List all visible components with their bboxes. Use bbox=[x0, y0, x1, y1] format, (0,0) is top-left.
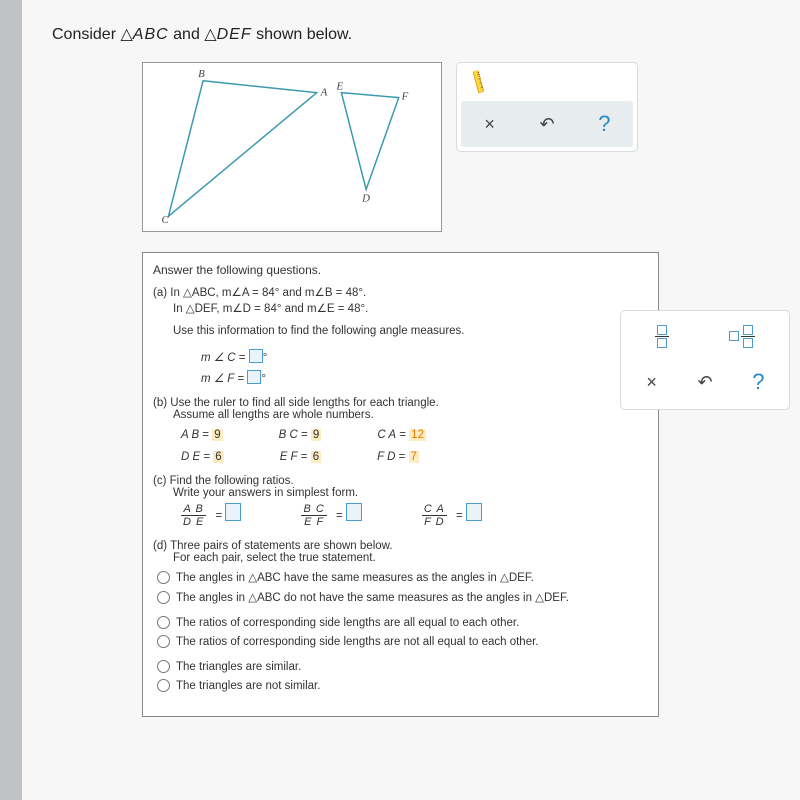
ratio2-den: E F bbox=[302, 516, 326, 528]
part-d-sub: For each pair, select the true statement… bbox=[173, 552, 376, 564]
radio-d1b[interactable] bbox=[157, 591, 170, 604]
svg-text:B: B bbox=[198, 68, 205, 80]
de-label: D E bbox=[181, 451, 200, 463]
triangles-figure: B A C E F D bbox=[142, 62, 442, 232]
fraction-tool-panel: × ↶ ? bbox=[620, 310, 790, 410]
undo-icon[interactable]: ↶ bbox=[527, 114, 567, 135]
svg-text:E: E bbox=[335, 81, 343, 93]
ratio3-input[interactable] bbox=[466, 503, 482, 521]
svg-text:F: F bbox=[401, 91, 409, 103]
d2b-text: The ratios of corresponding side lengths… bbox=[176, 636, 538, 648]
ef-value[interactable]: 6 bbox=[311, 451, 321, 463]
part-d-label: (d) bbox=[153, 540, 167, 552]
fd-label: F D bbox=[377, 451, 395, 463]
ab-label: A B bbox=[181, 429, 199, 441]
fd-value[interactable]: 7 bbox=[409, 451, 419, 463]
d1b-text: The angles in △ABC do not have the same … bbox=[176, 590, 569, 604]
ratio2-num: B C bbox=[301, 503, 326, 515]
close-icon-2[interactable]: × bbox=[632, 372, 672, 393]
triangle-abc-label: ABC bbox=[133, 26, 169, 43]
bc-label: B C bbox=[279, 429, 298, 441]
d3b-text: The triangles are not similar. bbox=[176, 680, 320, 692]
angle-f-label: m ∠ F bbox=[201, 373, 234, 385]
ruler-icon[interactable]: 📏 bbox=[463, 67, 493, 96]
part-a-instr: Use this information to find the followi… bbox=[173, 325, 465, 337]
svg-text:D: D bbox=[361, 192, 370, 204]
radio-d2b[interactable] bbox=[157, 635, 170, 648]
ratio2-input[interactable] bbox=[346, 503, 362, 521]
close-icon[interactable]: × bbox=[470, 114, 510, 135]
part-a-line1: In △ABC, m∠A = 84° and m∠B = 48°. bbox=[170, 287, 366, 299]
prompt-text: Consider bbox=[52, 26, 120, 43]
triangle-def-label: DEF bbox=[217, 26, 252, 43]
ruler-tool-panel: 📏 × ↶ ? bbox=[456, 62, 638, 152]
ratio1-den: D E bbox=[181, 516, 206, 528]
svg-text:C: C bbox=[162, 214, 170, 226]
angle-f-input[interactable] bbox=[247, 370, 261, 384]
mixed-fraction-icon[interactable] bbox=[729, 325, 755, 348]
ratio3-num: C A bbox=[422, 503, 447, 515]
answer-heading: Answer the following questions. bbox=[153, 263, 648, 277]
ab-value[interactable]: 9 bbox=[212, 429, 222, 441]
radio-d2a[interactable] bbox=[157, 616, 170, 629]
part-c-text: Find the following ratios. bbox=[170, 475, 294, 487]
help-icon[interactable]: ? bbox=[584, 111, 624, 137]
ca-label: C A bbox=[377, 429, 396, 441]
svg-text:A: A bbox=[320, 87, 328, 99]
part-c-label: (c) bbox=[153, 475, 166, 487]
ratio3-den: F D bbox=[422, 516, 447, 528]
ca-value[interactable]: 12 bbox=[409, 429, 426, 441]
part-c-sub: Write your answers in simplest form. bbox=[173, 487, 358, 499]
ratio1-input[interactable] bbox=[225, 503, 241, 521]
part-a-label: (a) bbox=[153, 287, 167, 299]
angle-c-label: m ∠ C bbox=[201, 352, 236, 364]
de-value[interactable]: 6 bbox=[213, 451, 223, 463]
prompt-suffix: shown below. bbox=[256, 26, 352, 43]
part-d-text: Three pairs of statements are shown belo… bbox=[170, 540, 392, 552]
answer-frame: Answer the following questions. (a) In △… bbox=[142, 252, 659, 717]
radio-d3b[interactable] bbox=[157, 679, 170, 692]
angle-c-input[interactable] bbox=[249, 349, 263, 363]
part-a-line2: In △DEF, m∠D = 84° and m∠E = 48°. bbox=[173, 303, 368, 315]
ef-label: E F bbox=[280, 451, 298, 463]
radio-d3a[interactable] bbox=[157, 660, 170, 673]
part-b-label: (b) bbox=[153, 397, 167, 409]
part-b-text: Use the ruler to find all side lengths f… bbox=[170, 397, 438, 409]
d1a-text: The angles in △ABC have the same measure… bbox=[176, 570, 534, 584]
undo-icon-2[interactable]: ↶ bbox=[685, 372, 725, 393]
d2a-text: The ratios of corresponding side lengths… bbox=[176, 617, 519, 629]
ratio1-num: A B bbox=[182, 503, 206, 515]
prompt-and: and bbox=[173, 26, 204, 43]
help-icon-2[interactable]: ? bbox=[738, 369, 778, 395]
part-b-sub: Assume all lengths are whole numbers. bbox=[173, 409, 374, 421]
d3a-text: The triangles are similar. bbox=[176, 661, 301, 673]
radio-d1a[interactable] bbox=[157, 571, 170, 584]
fraction-icon[interactable] bbox=[655, 325, 669, 348]
bc-value[interactable]: 9 bbox=[311, 429, 321, 441]
